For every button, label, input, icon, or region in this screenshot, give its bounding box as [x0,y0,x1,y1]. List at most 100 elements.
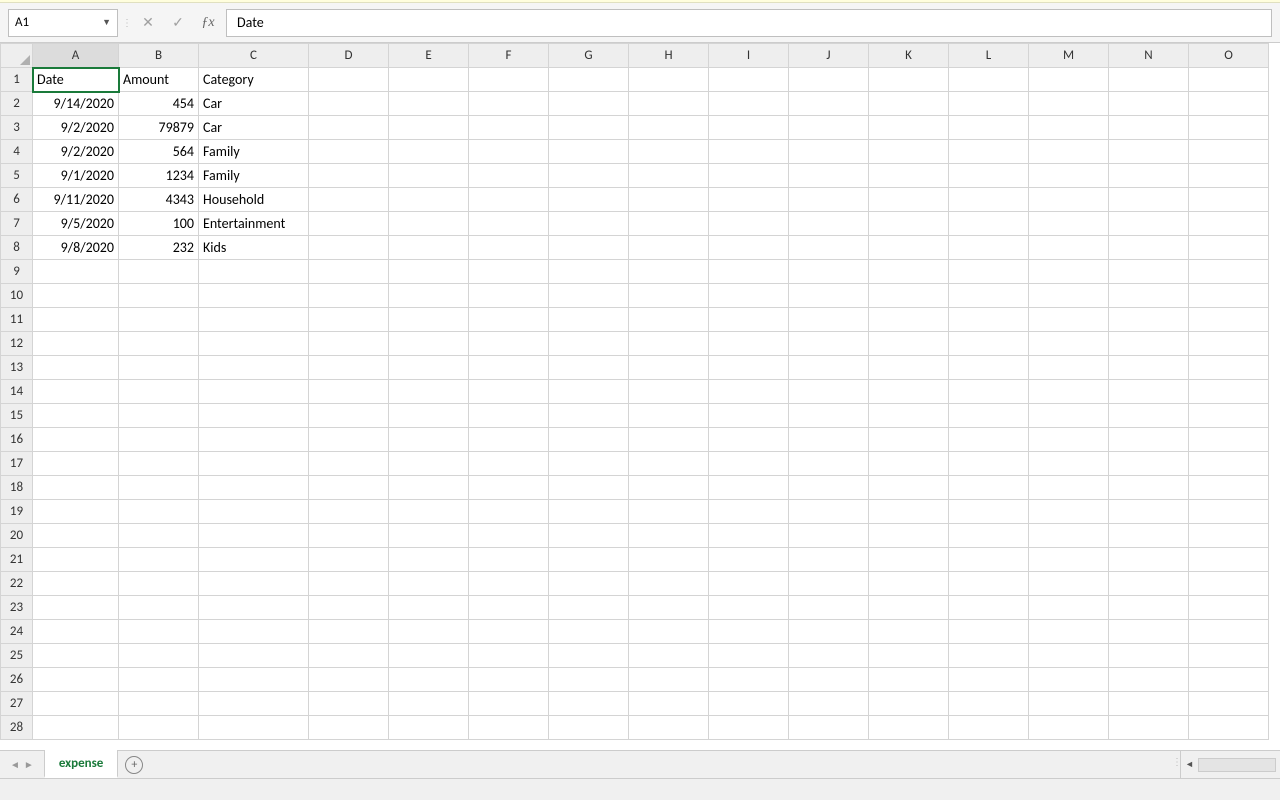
cell-H5[interactable] [629,164,709,188]
cell-J15[interactable] [789,404,869,428]
cell-L17[interactable] [949,452,1029,476]
cell-M3[interactable] [1029,116,1109,140]
cell-N19[interactable] [1109,500,1189,524]
cell-H13[interactable] [629,356,709,380]
cell-A19[interactable] [33,500,119,524]
cell-C5[interactable]: Family [199,164,309,188]
cell-O1[interactable] [1189,68,1269,92]
cell-D16[interactable] [309,428,389,452]
cell-H14[interactable] [629,380,709,404]
cell-L14[interactable] [949,380,1029,404]
cell-M14[interactable] [1029,380,1109,404]
cell-K16[interactable] [869,428,949,452]
cell-E13[interactable] [389,356,469,380]
column-header-B[interactable]: B [119,44,199,68]
cell-A9[interactable] [33,260,119,284]
cell-O3[interactable] [1189,116,1269,140]
cell-E1[interactable] [389,68,469,92]
column-header-O[interactable]: O [1189,44,1269,68]
cell-F26[interactable] [469,668,549,692]
cell-A10[interactable] [33,284,119,308]
cell-I19[interactable] [709,500,789,524]
cell-L15[interactable] [949,404,1029,428]
cell-M15[interactable] [1029,404,1109,428]
cell-G5[interactable] [549,164,629,188]
cell-O19[interactable] [1189,500,1269,524]
row-header-20[interactable]: 20 [1,524,33,548]
cell-O23[interactable] [1189,596,1269,620]
cell-A12[interactable] [33,332,119,356]
cell-J21[interactable] [789,548,869,572]
cell-O17[interactable] [1189,452,1269,476]
cell-H28[interactable] [629,716,709,740]
select-all-corner[interactable] [1,44,33,68]
scroll-left-icon[interactable]: ◄ [1185,759,1194,770]
cell-E12[interactable] [389,332,469,356]
cell-O9[interactable] [1189,260,1269,284]
cell-I8[interactable] [709,236,789,260]
cell-G12[interactable] [549,332,629,356]
cell-O22[interactable] [1189,572,1269,596]
cell-J22[interactable] [789,572,869,596]
cell-M1[interactable] [1029,68,1109,92]
cell-C28[interactable] [199,716,309,740]
cell-A22[interactable] [33,572,119,596]
cell-I18[interactable] [709,476,789,500]
cell-H9[interactable] [629,260,709,284]
cell-B11[interactable] [119,308,199,332]
cell-A16[interactable] [33,428,119,452]
cell-G8[interactable] [549,236,629,260]
row-header-9[interactable]: 9 [1,260,33,284]
cell-O6[interactable] [1189,188,1269,212]
cell-A24[interactable] [33,620,119,644]
add-sheet-button[interactable]: + [118,751,150,778]
cell-F9[interactable] [469,260,549,284]
cell-A28[interactable] [33,716,119,740]
cell-F25[interactable] [469,644,549,668]
cell-L4[interactable] [949,140,1029,164]
cell-M18[interactable] [1029,476,1109,500]
cell-N17[interactable] [1109,452,1189,476]
cell-L13[interactable] [949,356,1029,380]
cell-E23[interactable] [389,596,469,620]
cell-A14[interactable] [33,380,119,404]
cell-J10[interactable] [789,284,869,308]
cell-I6[interactable] [709,188,789,212]
cell-J26[interactable] [789,668,869,692]
row-header-5[interactable]: 5 [1,164,33,188]
cell-H18[interactable] [629,476,709,500]
sheet-nav-prev-icon[interactable]: ◄ [10,758,20,771]
cell-B22[interactable] [119,572,199,596]
cell-M27[interactable] [1029,692,1109,716]
cell-N24[interactable] [1109,620,1189,644]
cell-M17[interactable] [1029,452,1109,476]
cell-B15[interactable] [119,404,199,428]
cell-N26[interactable] [1109,668,1189,692]
cell-C9[interactable] [199,260,309,284]
cell-F4[interactable] [469,140,549,164]
cell-D2[interactable] [309,92,389,116]
scroll-track[interactable] [1198,758,1276,772]
cell-G14[interactable] [549,380,629,404]
cell-M23[interactable] [1029,596,1109,620]
cell-G18[interactable] [549,476,629,500]
cell-H20[interactable] [629,524,709,548]
row-header-4[interactable]: 4 [1,140,33,164]
cell-I7[interactable] [709,212,789,236]
row-header-12[interactable]: 12 [1,332,33,356]
cell-K11[interactable] [869,308,949,332]
cell-E27[interactable] [389,692,469,716]
cell-L20[interactable] [949,524,1029,548]
row-header-17[interactable]: 17 [1,452,33,476]
row-header-8[interactable]: 8 [1,236,33,260]
cell-B8[interactable]: 232 [119,236,199,260]
cell-K15[interactable] [869,404,949,428]
cell-E22[interactable] [389,572,469,596]
cell-L2[interactable] [949,92,1029,116]
cell-I14[interactable] [709,380,789,404]
cell-O25[interactable] [1189,644,1269,668]
cell-H1[interactable] [629,68,709,92]
cell-C1[interactable]: Category [199,68,309,92]
cell-J20[interactable] [789,524,869,548]
cell-O16[interactable] [1189,428,1269,452]
